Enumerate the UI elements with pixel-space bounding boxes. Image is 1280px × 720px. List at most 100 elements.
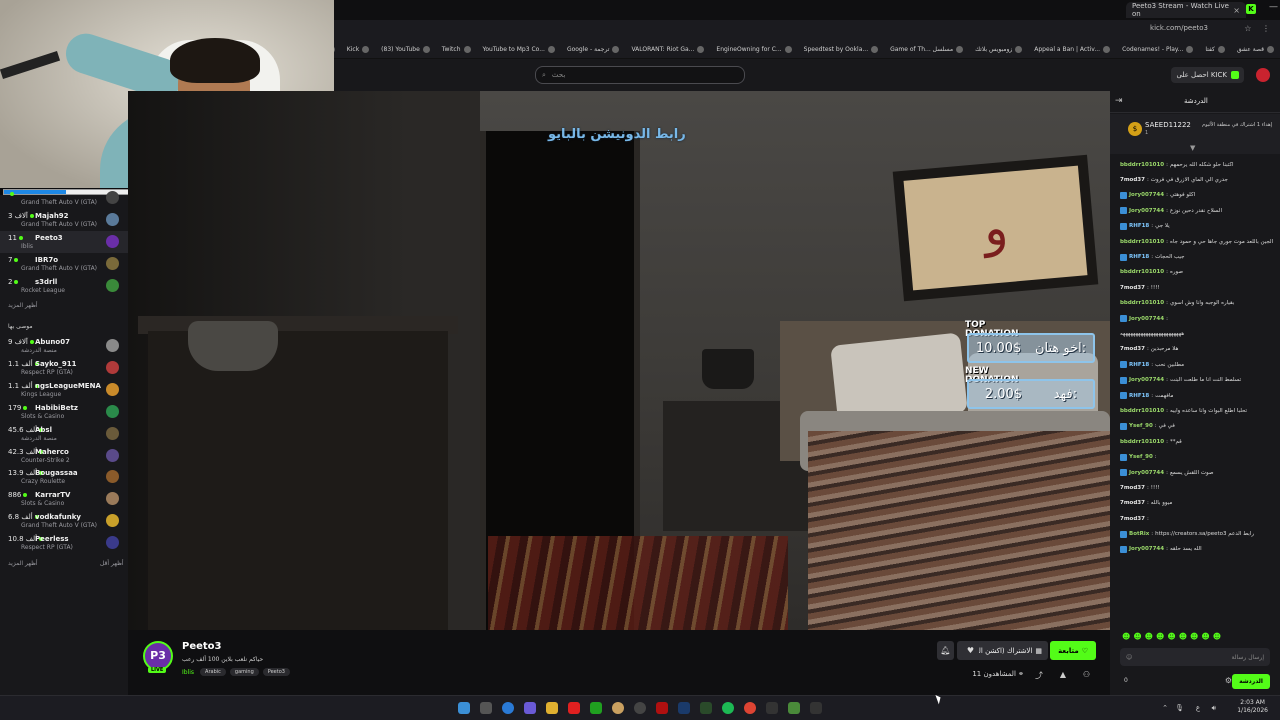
notification-button[interactable]: 🔔︎ [937,641,954,660]
show-more-button-2[interactable]: أظهر المزيد [8,560,38,567]
sidebar-channel-item[interactable]: 3 آلاف Majah92 Grand Theft Auto V (GTA) [0,209,128,231]
chat-username[interactable]: Jory007744 [1129,546,1164,552]
window-controls-icon[interactable]: — [1269,2,1278,12]
app-icon-5[interactable] [788,702,800,714]
chat-username[interactable]: 7mod37 [1120,516,1145,522]
emote-bar[interactable]: ☻☻☻☻☻☻☻☻☻ [1122,632,1224,641]
netflix-icon[interactable] [656,702,668,714]
chat-username[interactable]: Jory007744 [1129,192,1164,198]
steam-icon[interactable] [678,702,690,714]
emoji-icon[interactable]: ☺ [1126,654,1132,661]
pinned-gift-message[interactable]: $ SAEED11222 1 إهداء 1 اشتراك في منطقة ا… [1110,114,1280,154]
chat-username[interactable]: bbddrr101010 [1120,408,1164,414]
sidebar-channel-item[interactable]: 6.8 ألف vodkafunky Grand Theft Auto V (GTA… [0,510,128,532]
bookmark-item[interactable]: Game of Th... مسلسل [890,46,964,53]
sidebar-channel-item[interactable]: 10.8 ألف Peerless Respect RP (GTA) [0,532,128,554]
send-chat-button[interactable]: الدردشة [1232,674,1270,689]
sidebar-channel-item[interactable]: 2 s3drll Rocket League [0,275,128,297]
chat-username[interactable]: 7mod37 [1120,500,1145,506]
chat-username[interactable]: BotRix [1129,531,1149,537]
show-more-button[interactable]: أظهر المزيد [8,302,38,309]
sidebar-channel-item[interactable]: 9 آلاف Abuno07 منصة الدردشة [0,335,128,357]
kick-extension-icon[interactable]: K [1246,4,1256,14]
clock[interactable]: 2:03 AM 1/16/2026 [1237,699,1268,715]
chat-username[interactable]: RHF18 [1129,254,1149,260]
chat-username[interactable]: Ysef_90 [1129,454,1153,460]
bookmark-item[interactable]: كفتا [1205,46,1225,53]
bookmark-item[interactable]: EngineOwning for C... [716,46,792,53]
bookmark-item[interactable]: Speedtest by Ookla... [804,46,879,53]
channel-name[interactable]: Peeto3 [182,641,222,652]
app-icon-2[interactable] [634,702,646,714]
edge-icon[interactable] [502,702,514,714]
sidebar-channel-item[interactable]: 179 HabibiBetz Slots & Casino [0,401,128,423]
app-icon-4[interactable] [766,702,778,714]
chat-username[interactable]: 7mod37 [1120,177,1145,183]
show-less-button[interactable]: أظهر أقل [100,560,124,567]
video-player[interactable]: و رابط الدونيشن بالبايو TOP DONATION 10.… [128,91,1110,630]
bookmark-item[interactable]: VALORANT: Riot Ga... [631,46,705,53]
chat-username[interactable]: Jory007744 [1129,316,1164,322]
chrome-icon[interactable] [744,702,756,714]
more-options-icon[interactable]: ⚇ [1083,670,1090,679]
chevron-down-icon[interactable]: ▼ [1190,144,1195,152]
app-icon-1[interactable] [612,702,624,714]
get-app-button[interactable]: احصل على KICK [1171,67,1244,83]
windows-start-icon[interactable] [458,702,470,714]
stream-tag[interactable]: gaming [229,668,259,676]
chat-username[interactable]: Jory007744 [1129,470,1164,476]
discord-icon[interactable] [524,702,536,714]
follow-button[interactable]: متابعة ♡ [1050,641,1096,660]
search-box[interactable]: ⌕ بحث [535,66,745,84]
user-avatar[interactable] [1256,68,1270,82]
app-icon-3[interactable] [700,702,712,714]
sidebar-channel-item[interactable]: 42.3 ألف Maherco Counter-Strike 2 [0,445,128,467]
chat-username[interactable]: 7mod37 [1120,346,1145,352]
bookmark-item[interactable]: Kick [347,46,370,53]
file-explorer-icon[interactable] [546,702,558,714]
toolbar-icons[interactable]: ☆ ⋮ [1244,24,1274,33]
bookmark-item[interactable]: Codenames! - Play... [1122,46,1194,53]
report-icon[interactable]: ▲ [1060,670,1066,679]
game-link[interactable]: Iblis [182,669,194,676]
sidebar-channel-item[interactable]: 45.6 ألف Absl منصة الدردشة [0,423,128,445]
chevron-up-icon[interactable]: ⌃ [1162,704,1168,712]
sidebar-channel-item[interactable]: 1.1 ألف Sayko_911 Respect RP (GTA) [0,357,128,379]
bookmark-item[interactable]: YouTube to Mp3 Co... [483,46,555,53]
spotify-icon[interactable] [722,702,734,714]
collapse-chat-icon[interactable]: ⇥ [1115,96,1123,106]
mic-icon[interactable]: 🎙︎ [1175,704,1184,712]
task-view-icon[interactable] [480,702,492,714]
speaker-icon[interactable]: 🔊︎ [1212,704,1216,713]
bookmark-item[interactable]: (83) YouTube [381,46,430,53]
sidebar-channel-item[interactable]: Grand Theft Auto V (GTA) [0,187,128,209]
search-input[interactable]: بحث [552,71,565,79]
chat-username[interactable]: bbddrr101010 [1120,300,1164,306]
url-field[interactable]: kick.com/peeto3 [1150,24,1208,32]
chat-username[interactable]: Jory007744 [1129,377,1164,383]
tab-close-icon[interactable]: × [1233,6,1240,15]
bookmark-item[interactable]: Appeal a Ban | Activ... [1034,46,1111,53]
stream-tag[interactable]: Peeto3 [262,668,290,676]
keyboard-language[interactable]: ع [1196,704,1200,712]
chat-username[interactable]: bbddrr101010 [1120,162,1164,168]
chat-input[interactable]: ☺ إرسال رسالة [1120,648,1270,666]
share-icon[interactable]: ⤴ [1035,670,1043,681]
chat-username[interactable]: RHF18 [1129,223,1149,229]
sidebar-channel-item[interactable]: 13.9 ألف Bougassaa Crazy Roulette [0,466,128,488]
chat-username[interactable]: bbddrr101010 [1120,269,1164,275]
stream-tag[interactable]: Arabic [200,668,226,676]
chat-username[interactable]: 7mod37 [1120,485,1145,491]
heart-button[interactable]: ♥ [962,641,979,660]
chat-username[interactable]: 7mod37 [1120,285,1145,291]
youtube-icon[interactable] [568,702,580,714]
bookmark-item[interactable]: قصة عشق [1237,46,1274,53]
xbox-icon[interactable] [590,702,602,714]
chat-username[interactable]: RHF18 [1129,362,1149,368]
chat-username[interactable]: Ysef_90 [1129,423,1153,429]
bookmark-item[interactable]: Google - ترجمة [567,46,620,53]
sidebar-channel-item[interactable]: 886 KarrarTV Slots & Casino [0,488,128,510]
bookmark-item[interactable]: زومبويس بلاتك [975,46,1023,53]
sidebar-channel-item[interactable]: 11 Peeto3 Iblis [0,231,128,253]
bookmark-item[interactable]: Weni.io [334,46,335,53]
